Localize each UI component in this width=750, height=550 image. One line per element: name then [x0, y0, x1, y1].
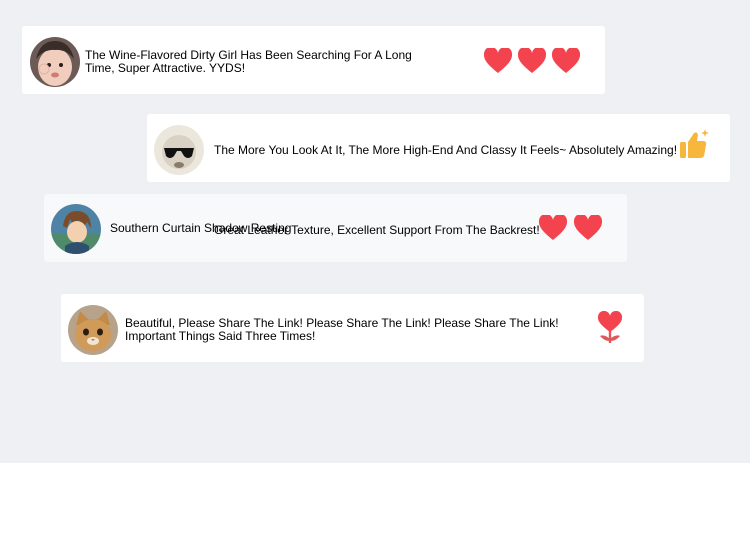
comment-text: Beautiful, Please Share The Link! Please…: [125, 316, 559, 343]
heart-icon: [573, 215, 603, 241]
comment-card: The Wine-Flavored Dirty Girl Has Been Se…: [22, 26, 605, 94]
comment-text: Great Leather Texture, Excellent Support…: [214, 223, 540, 237]
anime-character-avatar[interactable]: [51, 204, 101, 254]
heart-icon: [538, 215, 568, 241]
comment-feed: The Wine-Flavored Dirty Girl Has Been Se…: [0, 0, 750, 463]
child-photo-avatar[interactable]: [30, 37, 80, 87]
cat-avatar[interactable]: [68, 305, 118, 355]
heart-icon: [517, 48, 547, 74]
comment-text: The More You Look At It, The More High-E…: [214, 143, 678, 157]
comment-text: The Wine-Flavored Dirty Girl Has Been Se…: [85, 48, 412, 75]
comment-card: Beautiful, Please Share The Link! Please…: [61, 294, 644, 362]
thumbs-up-icon: [677, 128, 711, 162]
heart-icon: [483, 48, 513, 74]
heart-icon: [551, 48, 581, 74]
heart-flower-icon: [595, 311, 625, 345]
comment-card: Southern Curtain Shadow Resting Great Le…: [44, 194, 627, 262]
comment-card: The More You Look At It, The More High-E…: [147, 114, 730, 182]
sunglasses-avatar[interactable]: [154, 125, 204, 175]
